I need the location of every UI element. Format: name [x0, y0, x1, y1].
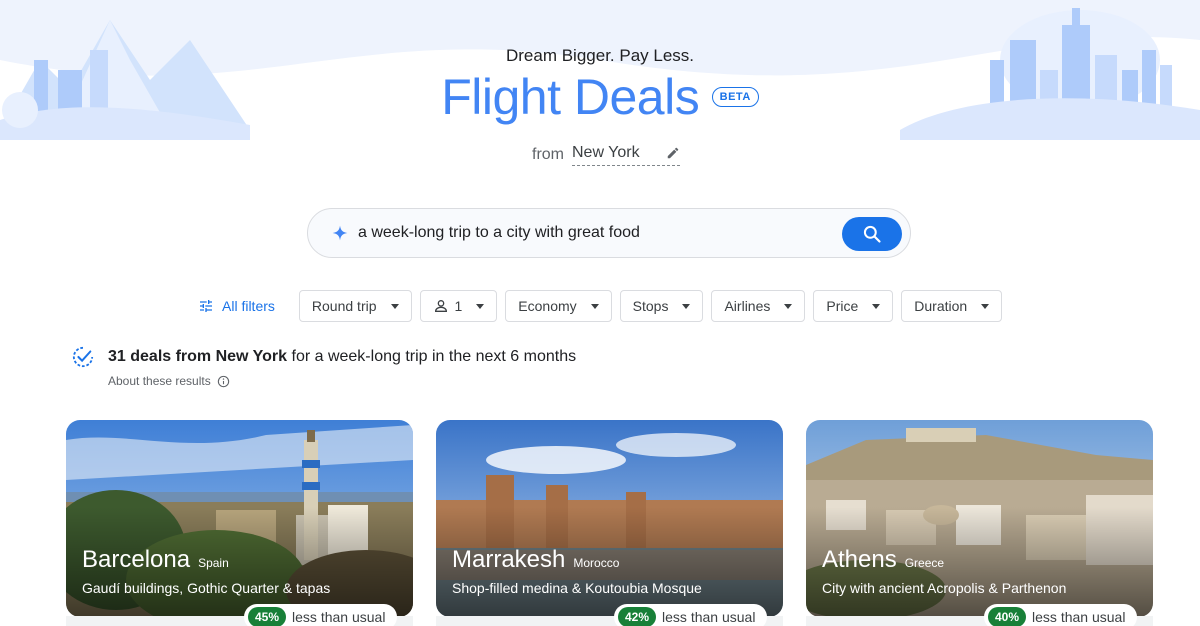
stops-dropdown[interactable]: Stops [619, 290, 704, 322]
chevron-down-icon [872, 303, 881, 309]
pencil-icon[interactable] [666, 146, 680, 160]
price-badge: 42% less than usual [614, 604, 768, 626]
duration-dropdown[interactable]: Duration [901, 290, 1003, 322]
chip-label: 1 [454, 298, 463, 314]
price-badge: 45% less than usual [244, 604, 398, 626]
deals-context: for a week-long trip in the next 6 month… [287, 348, 577, 365]
deals-count: 31 deals from New York [108, 348, 288, 365]
filter-bar: All filters Round trip 1 Economy Stops A… [198, 290, 1010, 322]
discount-percent: 42% [618, 607, 657, 626]
country-name: Spain [198, 556, 229, 570]
all-filters-button[interactable]: All filters [198, 298, 275, 314]
chip-label: Round trip [311, 298, 377, 314]
price-dropdown[interactable]: Price [813, 290, 894, 322]
person-icon [434, 300, 447, 312]
deal-card-marrakesh[interactable]: Marrakesh Morocco Shop-filled medina & K… [436, 420, 783, 617]
tagline: Dream Bigger. Pay Less. [505, 46, 695, 65]
cabin-class-dropdown[interactable]: Economy [505, 290, 612, 322]
origin-selector: from New York [532, 142, 680, 168]
chevron-down-icon [981, 303, 990, 309]
city-description: City with ancient Acropolis & Parthenon [822, 580, 1067, 596]
city-description: Shop-filled medina & Koutoubia Mosque [452, 580, 702, 596]
price-badge: 40% less than usual [984, 604, 1138, 626]
about-label: About these results [108, 374, 211, 388]
tune-icon [200, 300, 212, 312]
chip-label: Duration [914, 298, 968, 314]
deal-card-athens[interactable]: Athens Greece City with ancient Acropoli… [806, 420, 1153, 617]
card-title: Athens Greece [822, 546, 944, 574]
city-name: Athens [822, 546, 897, 573]
search-button[interactable] [842, 217, 902, 251]
chevron-down-icon [682, 303, 691, 309]
discount-label: less than usual [662, 609, 756, 625]
deal-card-barcelona[interactable]: Barcelona Spain Gaudí buildings, Gothic … [66, 420, 413, 617]
from-label: from [532, 146, 564, 163]
search-input[interactable]: a week-long trip to a city with great fo… [358, 224, 640, 242]
results-summary: 31 deals from New York for a week-long t… [72, 346, 576, 388]
chevron-down-icon [390, 303, 399, 309]
origin-city-field[interactable]: New York [572, 144, 680, 166]
country-name: Greece [904, 556, 945, 570]
chip-label: Economy [518, 298, 577, 314]
passengers-dropdown[interactable]: 1 [419, 290, 498, 322]
chevron-down-icon [476, 303, 485, 309]
airlines-dropdown[interactable]: Airlines [711, 290, 806, 322]
search-box[interactable]: a week-long trip to a city with great fo… [307, 208, 911, 258]
trip-type-dropdown[interactable]: Round trip [298, 290, 412, 322]
city-description: Gaudí buildings, Gothic Quarter & tapas [82, 580, 331, 596]
page-title: Flight Deals [441, 69, 700, 125]
results-heading: 31 deals from New York for a week-long t… [72, 346, 576, 368]
all-filters-label: All filters [222, 298, 275, 314]
chip-label: Stops [632, 298, 669, 314]
chip-label: Airlines [724, 298, 771, 314]
discount-label: less than usual [292, 609, 386, 625]
about-results-link[interactable]: About these results [108, 374, 576, 388]
title-row: Flight Deals BETA [0, 68, 1200, 126]
sparkle-icon [332, 225, 348, 241]
deals-check-icon [72, 346, 94, 368]
city-name: Barcelona [82, 546, 191, 573]
discount-percent: 45% [248, 607, 287, 626]
card-title: Marrakesh Morocco [452, 546, 619, 574]
chevron-down-icon [784, 303, 793, 309]
search-icon [863, 225, 881, 243]
origin-city: New York [572, 144, 640, 161]
discount-label: less than usual [1032, 609, 1126, 625]
card-title: Barcelona Spain [82, 546, 229, 574]
country-name: Morocco [573, 556, 620, 570]
city-name: Marrakesh [452, 546, 566, 573]
discount-percent: 40% [988, 607, 1027, 626]
beta-badge: BETA [711, 87, 759, 107]
chip-label: Price [826, 298, 859, 314]
info-icon [217, 375, 229, 387]
chevron-down-icon [590, 303, 599, 309]
